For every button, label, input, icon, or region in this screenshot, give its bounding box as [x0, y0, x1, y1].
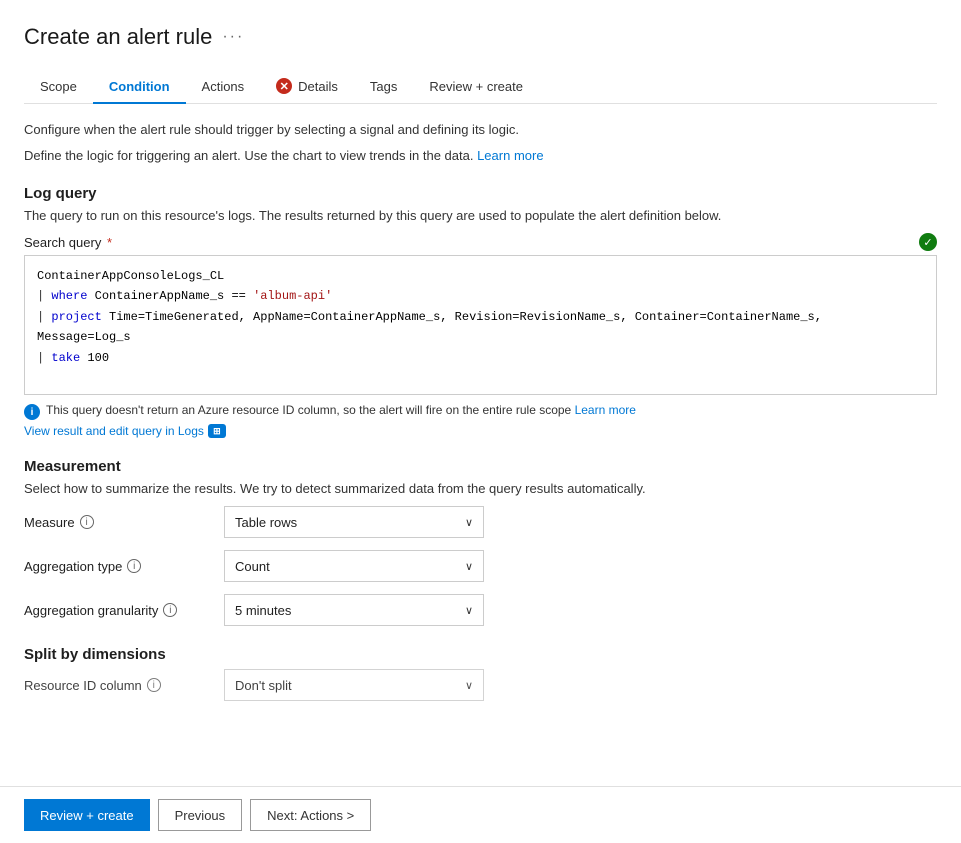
- previous-button[interactable]: Previous: [158, 799, 243, 831]
- learn-more-link[interactable]: Learn more: [477, 148, 543, 163]
- tab-condition-label: Condition: [109, 79, 170, 94]
- view-result-text: View result and edit query in Logs: [24, 424, 204, 438]
- tab-actions-label: Actions: [202, 79, 245, 94]
- aggregation-granularity-label: Aggregation granularity i: [24, 603, 224, 618]
- info-icon: i: [24, 404, 40, 420]
- aggregation-granularity-info-icon[interactable]: i: [163, 603, 177, 617]
- tab-review-create[interactable]: Review + create: [413, 71, 539, 104]
- query-box[interactable]: ContainerAppConsoleLogs_CL | where Conta…: [24, 255, 937, 395]
- tab-details[interactable]: ✕ Details: [260, 70, 354, 104]
- aggregation-type-select[interactable]: Count ∨: [224, 550, 484, 582]
- tab-tags-label: Tags: [370, 79, 397, 94]
- bottom-bar: Review + create Previous Next: Actions >: [0, 786, 961, 843]
- tab-details-label: Details: [298, 79, 338, 94]
- next-button[interactable]: Next: Actions >: [250, 799, 371, 831]
- tab-condition[interactable]: Condition: [93, 71, 186, 104]
- resource-id-select[interactable]: Don't split ∨: [224, 669, 484, 701]
- aggregation-granularity-chevron: ∨: [465, 604, 473, 617]
- measure-select[interactable]: Table rows ∨: [224, 506, 484, 538]
- tab-scope-label: Scope: [40, 79, 77, 94]
- aggregation-type-row: Aggregation type i Count ∨: [24, 550, 937, 582]
- measure-value: Table rows: [235, 515, 297, 530]
- resource-id-chevron: ∨: [465, 679, 473, 692]
- page: Create an alert rule ··· Scope Condition…: [0, 0, 961, 843]
- measure-chevron: ∨: [465, 516, 473, 529]
- description-line2: Define the logic for triggering an alert…: [24, 146, 937, 166]
- tab-review-create-label: Review + create: [429, 79, 523, 94]
- log-query-title: Log query: [24, 185, 937, 202]
- description-line2-text: Define the logic for triggering an alert…: [24, 148, 477, 163]
- info-notice: i This query doesn't return an Azure res…: [24, 403, 937, 420]
- resource-id-info-icon[interactable]: i: [147, 678, 161, 692]
- aggregation-granularity-select[interactable]: 5 minutes ∨: [224, 594, 484, 626]
- view-result-link[interactable]: View result and edit query in Logs ⊞: [24, 424, 937, 438]
- logs-badge: ⊞: [208, 424, 226, 438]
- resource-id-label: Resource ID column i: [24, 678, 224, 693]
- measurement-desc: Select how to summarize the results. We …: [24, 481, 937, 496]
- tab-tags[interactable]: Tags: [354, 71, 413, 104]
- resource-id-value: Don't split: [235, 678, 292, 693]
- aggregation-type-chevron: ∨: [465, 560, 473, 573]
- aggregation-granularity-value: 5 minutes: [235, 603, 291, 618]
- page-title-container: Create an alert rule ···: [24, 24, 937, 50]
- tab-scope[interactable]: Scope: [24, 71, 93, 104]
- split-section: Split by dimensions Resource ID column i…: [24, 646, 937, 701]
- page-title: Create an alert rule: [24, 24, 212, 50]
- error-icon: ✕: [276, 78, 292, 94]
- measure-label: Measure i: [24, 515, 224, 530]
- measure-info-icon[interactable]: i: [80, 515, 94, 529]
- tab-actions[interactable]: Actions: [186, 71, 261, 104]
- review-create-button[interactable]: Review + create: [24, 799, 150, 831]
- description-line1: Configure when the alert rule should tri…: [24, 120, 937, 140]
- measurement-title: Measurement: [24, 458, 937, 475]
- page-title-ellipsis: ···: [222, 28, 244, 46]
- aggregation-type-info-icon[interactable]: i: [127, 559, 141, 573]
- measure-row: Measure i Table rows ∨: [24, 506, 937, 538]
- query-valid-icon: ✓: [919, 233, 937, 251]
- aggregation-granularity-row: Aggregation granularity i 5 minutes ∨: [24, 594, 937, 626]
- query-label-text: Search query *: [24, 235, 112, 250]
- split-title: Split by dimensions: [24, 646, 937, 663]
- log-query-desc: The query to run on this resource's logs…: [24, 208, 937, 223]
- required-star: *: [103, 235, 112, 250]
- info-text: This query doesn't return an Azure resou…: [46, 403, 636, 417]
- aggregation-type-label: Aggregation type i: [24, 559, 224, 574]
- query-label-row: Search query * ✓: [24, 233, 937, 251]
- info-learn-more-link[interactable]: Learn more: [575, 403, 636, 417]
- resource-id-row: Resource ID column i Don't split ∨: [24, 669, 937, 701]
- tabs: Scope Condition Actions ✕ Details Tags R…: [24, 70, 937, 104]
- aggregation-type-value: Count: [235, 559, 270, 574]
